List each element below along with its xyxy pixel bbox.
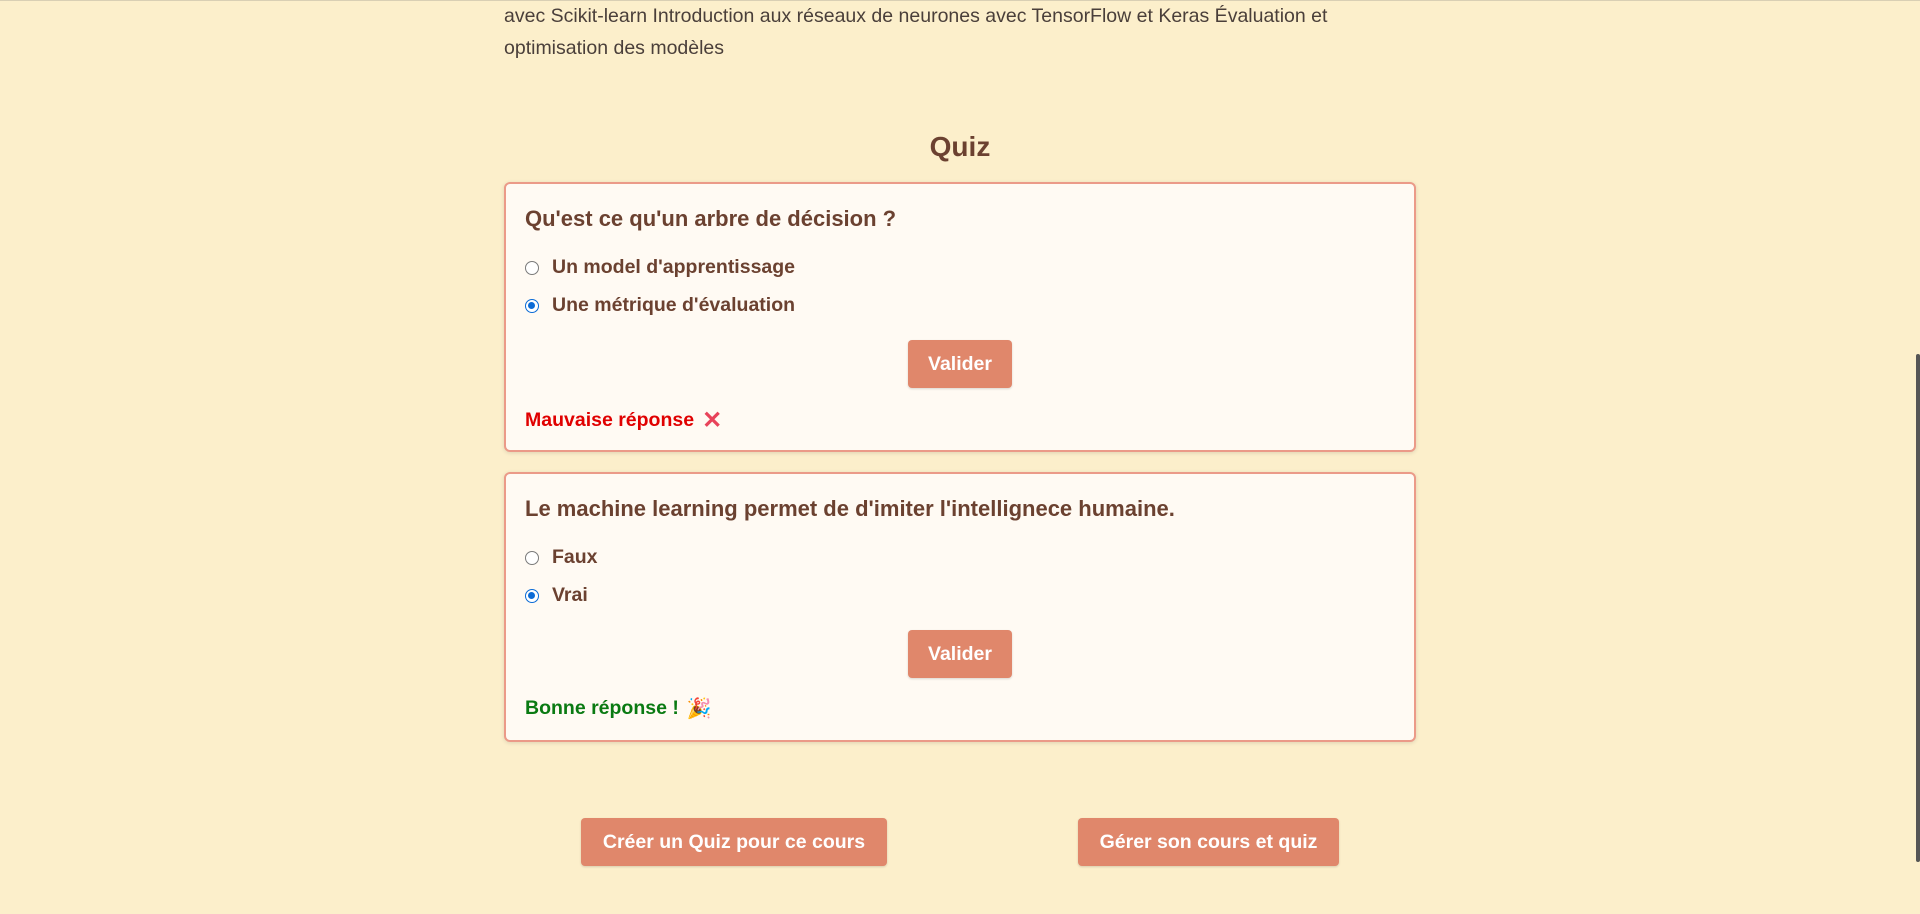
- radio-button[interactable]: [525, 260, 539, 275]
- quiz-title: Quiz: [929, 131, 991, 162]
- option-item[interactable]: Une métrique d'évaluation: [525, 294, 795, 317]
- course-description-line2: optimisation des modèles: [504, 37, 725, 59]
- option-label: Faux: [552, 546, 598, 568]
- scrollbar[interactable]: [1914, 0, 1920, 914]
- create-quiz-button[interactable]: Créer un Quiz pour ce cours: [581, 818, 887, 866]
- option-label: Vrai: [552, 584, 588, 606]
- cross-mark-icon: ✕: [702, 407, 723, 434]
- course-page: avec Scikit-learn Introduction aux résea…: [0, 0, 1920, 914]
- question-card-2: Le machine learning permet de d'imiter l…: [504, 472, 1416, 742]
- feedback-message: Mauvaise réponse ✕: [525, 406, 722, 435]
- course-description-line1: avec Scikit-learn Introduction aux résea…: [504, 5, 1328, 27]
- option-label: Une métrique d'évaluation: [552, 294, 796, 316]
- party-popper-icon: 🎉: [686, 698, 712, 720]
- validate-button[interactable]: Valider: [908, 630, 1012, 678]
- question-text: Le machine learning permet de d'imiter l…: [525, 496, 1175, 521]
- option-item[interactable]: Faux: [525, 546, 598, 569]
- radio-button[interactable]: [525, 550, 539, 565]
- manage-course-button[interactable]: Gérer son cours et quiz: [1078, 818, 1339, 866]
- feedback-text: Mauvaise réponse: [525, 409, 695, 431]
- option-item[interactable]: Un model d'apprentissage: [525, 256, 795, 279]
- question-card-1: Qu'est ce qu'un arbre de décision ? Un m…: [504, 182, 1416, 452]
- radio-button-selected[interactable]: [525, 298, 539, 313]
- radio-button-selected[interactable]: [525, 588, 539, 603]
- scrollbar-thumb[interactable]: [1916, 354, 1920, 862]
- option-label: Un model d'apprentissage: [552, 256, 796, 278]
- course-description: avec Scikit-learn Introduction aux résea…: [504, 0, 1394, 64]
- feedback-text: Bonne réponse !: [525, 697, 679, 719]
- feedback-message: Bonne réponse ! 🎉: [525, 696, 712, 721]
- question-text: Qu'est ce qu'un arbre de décision ?: [525, 206, 897, 231]
- option-item[interactable]: Vrai: [525, 584, 588, 607]
- validate-button[interactable]: Valider: [908, 340, 1012, 388]
